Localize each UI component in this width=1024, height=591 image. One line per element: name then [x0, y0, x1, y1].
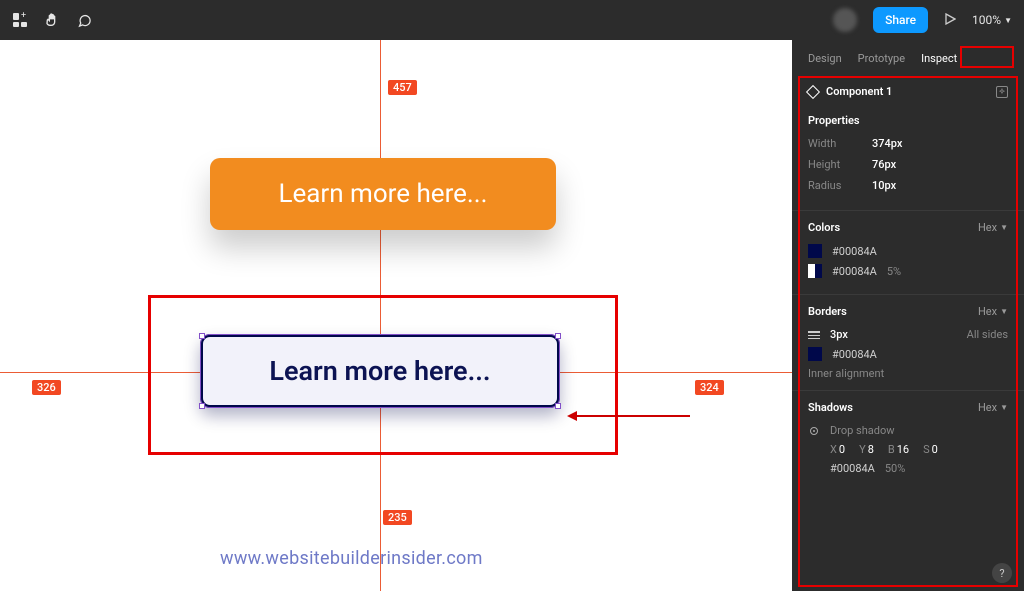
shadow-type: Drop shadow — [830, 424, 894, 437]
comment-tool-icon[interactable] — [76, 12, 92, 28]
color-hex: #00084A — [832, 245, 877, 258]
prop-value: 76px — [872, 158, 896, 171]
measure-badge-left: 326 — [32, 380, 61, 395]
measure-badge-top: 457 — [388, 80, 417, 95]
border-alignment: Inner alignment — [808, 367, 1008, 380]
shadow-format-dropdown[interactable]: Hex▼ — [978, 401, 1008, 414]
prop-value: 374px — [872, 137, 902, 150]
color-opacity: 5% — [887, 265, 901, 278]
prop-label: Width — [808, 137, 872, 150]
shadow-values-row[interactable]: X0 Y8 B16 S0 — [830, 443, 1008, 456]
selected-component-label: Learn more here... — [269, 355, 490, 387]
border-color-row[interactable]: #00084A — [808, 347, 1008, 361]
colors-title: Colors — [808, 221, 840, 234]
color-bg-row[interactable]: #00084A 5% — [808, 264, 1008, 278]
share-button[interactable]: Share — [873, 7, 928, 33]
annotation-highlight-tab — [960, 46, 1014, 68]
user-avatar[interactable] — [833, 8, 857, 32]
borders-title: Borders — [808, 305, 847, 318]
section-colors: Colors Hex▼ #00084A #00084A 5% — [792, 210, 1024, 294]
measure-badge-bottom: 235 — [383, 510, 412, 525]
color-hex: #00084A — [832, 265, 877, 278]
prop-height[interactable]: Height 76px — [808, 158, 1008, 171]
component-header[interactable]: Component 1 ✧ — [792, 73, 1024, 104]
prop-width[interactable]: Width 374px — [808, 137, 1008, 150]
help-button[interactable]: ? — [992, 563, 1012, 583]
shadow-opacity: 50% — [885, 462, 905, 475]
section-properties: Properties Width 374px Height 76px Radiu… — [792, 104, 1024, 210]
watermark-text: www.websitebuilderinsider.com — [220, 548, 483, 569]
prop-radius[interactable]: Radius 10px — [808, 179, 1008, 192]
zoom-value: 100% — [972, 13, 1001, 27]
color-swatch — [808, 244, 822, 258]
shadow-color-row[interactable]: #00084A 50% — [830, 462, 1008, 475]
toolbar-right: Share 100% ▼ — [833, 7, 1012, 33]
selection-handle[interactable] — [199, 333, 205, 339]
measure-badge-right: 324 — [695, 380, 724, 395]
prop-label: Height — [808, 158, 872, 171]
orange-cta-label: Learn more here... — [278, 179, 487, 209]
shadow-icon — [808, 425, 820, 437]
shadows-title: Shadows — [808, 401, 853, 414]
design-canvas[interactable]: 457 326 324 235 Learn more here... Learn… — [0, 40, 792, 591]
border-color-hex: #00084A — [832, 348, 877, 361]
selected-component-button[interactable]: Learn more here... — [200, 334, 560, 408]
prop-value: 10px — [872, 179, 896, 192]
border-width-row[interactable]: 3px All sides — [808, 328, 1008, 341]
tab-design[interactable]: Design — [808, 52, 842, 65]
selection-handle[interactable] — [555, 403, 561, 409]
properties-title: Properties — [808, 114, 1008, 127]
component-icon — [806, 84, 820, 98]
prop-label: Radius — [808, 179, 872, 192]
hand-tool-icon[interactable] — [44, 12, 60, 28]
color-fill-row[interactable]: #00084A — [808, 244, 1008, 258]
tab-inspect[interactable]: Inspect — [921, 52, 957, 65]
border-sides: All sides — [967, 328, 1008, 341]
present-icon[interactable] — [944, 13, 956, 28]
border-format-dropdown[interactable]: Hex▼ — [978, 305, 1008, 318]
annotation-arrow — [570, 415, 690, 417]
tab-prototype[interactable]: Prototype — [858, 52, 905, 65]
border-width: 3px — [830, 328, 848, 341]
toolbar-left: + — [12, 12, 92, 28]
selection-handle[interactable] — [199, 403, 205, 409]
chevron-down-icon: ▼ — [1004, 16, 1012, 25]
component-name: Component 1 — [826, 85, 892, 98]
color-swatch — [808, 347, 822, 361]
app-root: + Share 100% ▼ 457 326 — [0, 0, 1024, 591]
target-icon[interactable]: ✧ — [996, 86, 1008, 98]
color-format-dropdown[interactable]: Hex▼ — [978, 221, 1008, 234]
inspect-panel: Design Prototype Inspect Component 1 ✧ P… — [792, 40, 1024, 591]
add-shape-icon[interactable]: + — [12, 12, 28, 28]
zoom-dropdown[interactable]: 100% ▼ — [972, 13, 1012, 27]
main-area: 457 326 324 235 Learn more here... Learn… — [0, 40, 1024, 591]
shadow-color-hex: #00084A — [830, 462, 875, 475]
color-swatch — [808, 264, 822, 278]
top-toolbar: + Share 100% ▼ — [0, 0, 1024, 40]
section-shadows: Shadows Hex▼ Drop shadow X0 Y8 B16 S0 #0… — [792, 390, 1024, 491]
shadow-type-row[interactable]: Drop shadow — [808, 424, 1008, 437]
border-thickness-icon — [808, 331, 820, 339]
orange-cta-button[interactable]: Learn more here... — [210, 158, 556, 230]
selection-handle[interactable] — [555, 333, 561, 339]
section-borders: Borders Hex▼ 3px All sides #00084A Inner… — [792, 294, 1024, 390]
